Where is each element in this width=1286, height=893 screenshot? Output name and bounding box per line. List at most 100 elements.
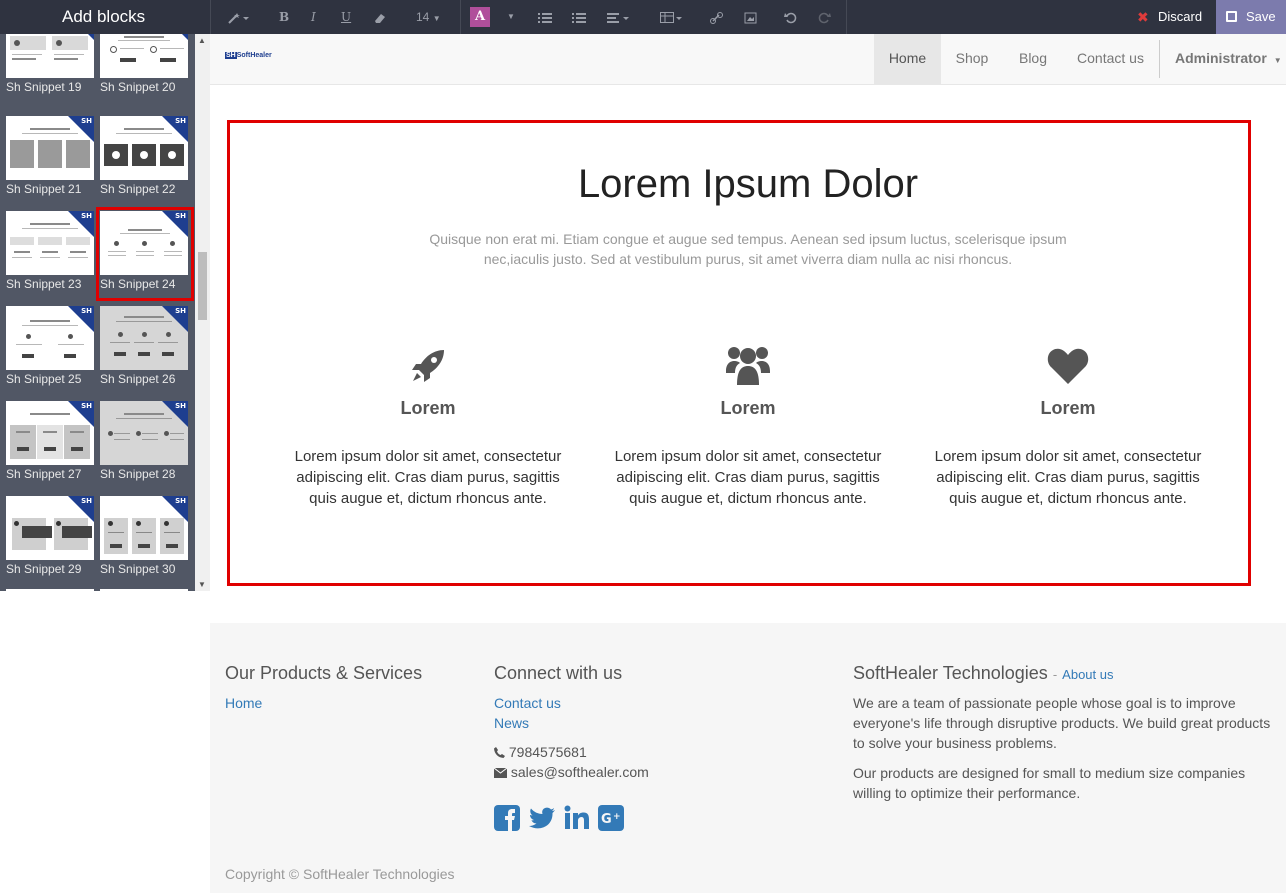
snippet-thumbnail: SH <box>100 116 188 180</box>
company-name: SoftHealer Technologies <box>853 663 1048 683</box>
about-paragraph-2: Our products are designed for small to m… <box>853 765 1246 801</box>
snippets-sidebar: Add blocks SH Sh Snippet 19 <box>0 0 210 591</box>
footer-link-home[interactable]: Home <box>225 695 262 711</box>
sidebar-scrollbar[interactable]: ▲ ▼ <box>195 34 210 591</box>
snippet-26[interactable]: SH Sh Snippet 26 <box>100 306 190 392</box>
snippet-thumbnail: SH <box>6 116 94 180</box>
linkedin-icon[interactable] <box>564 805 591 832</box>
users-icon <box>608 344 888 388</box>
snippet-20[interactable]: SH Sh Snippet 20 <box>100 34 190 100</box>
snippet-label: Sh Snippet 24 <box>100 277 176 291</box>
snippet-25[interactable]: SH Sh Snippet 25 <box>6 306 96 392</box>
snippet-label: Sh Snippet 30 <box>100 562 176 576</box>
phone-number: 7984575681 <box>508 744 587 760</box>
snippet-24[interactable]: SH Sh Snippet 24 <box>96 207 194 301</box>
heart-icon <box>928 344 1208 388</box>
rocket-icon <box>288 344 568 388</box>
nav-item-home[interactable]: Home <box>874 34 941 84</box>
scroll-up-arrow-icon[interactable]: ▲ <box>198 36 206 45</box>
underline-button[interactable]: U <box>341 0 351 34</box>
email-address[interactable]: sales@softhealer.com <box>511 764 649 780</box>
about-separator: - <box>1052 667 1058 682</box>
feature-text: Lorem ipsum dolor sit amet, consectetur … <box>614 448 882 507</box>
google-plus-icon[interactable]: G + <box>598 805 625 832</box>
twitter-icon[interactable] <box>528 805 555 832</box>
snippet-thumbnail: SH <box>100 34 188 78</box>
snippet-label: Sh Snippet 28 <box>100 467 176 481</box>
snippet-21[interactable]: SH Sh Snippet 21 <box>6 116 96 202</box>
feature-text: Lorem ipsum dolor sit amet, consectetur … <box>294 448 562 507</box>
footer-link-news[interactable]: News <box>494 715 529 731</box>
italic-button[interactable]: I <box>311 0 316 34</box>
nav-item-contact-us[interactable]: Contact us <box>1063 34 1158 84</box>
discard-button[interactable]: ✖ Discard <box>1126 0 1216 34</box>
site-logo[interactable]: SHSoftHealer <box>225 52 272 59</box>
save-button[interactable]: Save <box>1216 0 1286 34</box>
undo-icon[interactable] <box>784 0 798 34</box>
snippet-19[interactable]: SH Sh Snippet 19 <box>6 34 96 100</box>
discard-label: Discard <box>1158 9 1203 24</box>
magic-wand-icon[interactable] <box>228 0 250 34</box>
footer-link-contact-us[interactable]: Contact us <box>494 695 561 711</box>
snippet-label: Sh Snippet 23 <box>6 277 82 291</box>
copyright-text: Copyright © SoftHealer Technologies <box>225 866 455 882</box>
footer-heading-about: SoftHealer Technologies - About us <box>853 663 1114 684</box>
phone-icon <box>494 744 509 760</box>
text-color-button[interactable]: A <box>470 7 490 27</box>
ordered-list-icon[interactable] <box>572 0 586 34</box>
feature-column: Lorem Lorem ipsum dolor sit amet, consec… <box>928 344 1208 509</box>
floppy-disk-icon <box>1226 11 1237 22</box>
site-navbar: SHSoftHealer Home Shop Blog Contact us A… <box>210 34 1286 85</box>
snippet-29[interactable]: SH Sh Snippet 29 <box>6 496 96 582</box>
snippet-thumbnail: SH <box>6 306 94 370</box>
align-left-icon[interactable] <box>607 0 631 34</box>
user-menu[interactable]: Administrator ▼ <box>1175 34 1282 84</box>
snippet-thumbnail: SH <box>6 34 94 78</box>
scrollbar-thumb[interactable] <box>198 252 207 320</box>
snippet-30[interactable]: SH Sh Snippet 30 <box>100 496 190 582</box>
snippet-thumbnail: SH <box>100 496 188 560</box>
snippet-thumbnail: SH <box>100 306 188 370</box>
redo-icon[interactable] <box>817 0 831 34</box>
snippet-thumbnail-partial <box>100 589 188 591</box>
bold-button[interactable]: B <box>279 0 289 34</box>
snippet-label: Sh Snippet 19 <box>6 80 82 94</box>
table-icon[interactable] <box>660 0 684 34</box>
snippet-thumbnail: SH <box>6 496 94 560</box>
unordered-list-icon[interactable] <box>538 0 552 34</box>
footer-email: sales@softhealer.com <box>493 762 649 782</box>
snippet-thumbnail: SH <box>6 401 94 465</box>
nav-item-blog[interactable]: Blog <box>1003 34 1063 84</box>
footer-heading-products: Our Products & Services <box>225 663 423 683</box>
about-paragraph-1: We are a team of passionate people whose… <box>853 695 1271 751</box>
svg-text:+: + <box>613 812 621 822</box>
snippet-label: Sh Snippet 25 <box>6 372 82 386</box>
link-icon[interactable] <box>710 0 724 34</box>
font-size-dropdown[interactable]: 14 ▼ <box>416 0 441 34</box>
website-preview: SHSoftHealer Home Shop Blog Contact us A… <box>210 34 1286 893</box>
caret-down-icon: ▼ <box>432 14 441 23</box>
snippet-label: Sh Snippet 20 <box>100 80 176 94</box>
facebook-icon[interactable] <box>494 805 521 832</box>
eraser-icon[interactable] <box>373 0 387 34</box>
footer-phone: 7984575681 <box>494 742 587 762</box>
snippet-27[interactable]: SH Sh Snippet 27 <box>6 401 96 487</box>
snippet-thumbnail-partial <box>6 589 94 591</box>
feature-title: Lorem <box>400 398 456 418</box>
font-size-value: 14 <box>416 10 430 24</box>
snippet-22[interactable]: SH Sh Snippet 22 <box>100 116 190 202</box>
snippet-28[interactable]: SH Sh Snippet 28 <box>100 401 190 487</box>
caret-down-icon[interactable]: ▼ <box>507 0 515 34</box>
snippet-title: Lorem Ipsum Dolor <box>577 162 919 206</box>
envelope-icon <box>493 764 511 780</box>
feature-column: Lorem Lorem ipsum dolor sit amet, consec… <box>608 344 888 509</box>
feature-title: Lorem <box>1040 398 1096 418</box>
snippet-thumbnail: SH <box>100 211 188 275</box>
nav-item-shop[interactable]: Shop <box>941 34 1003 84</box>
footer-link-about-us[interactable]: About us <box>1062 667 1113 682</box>
feature-column: Lorem Lorem ipsum dolor sit amet, consec… <box>288 344 568 509</box>
feature-title: Lorem <box>720 398 776 418</box>
snippet-23[interactable]: SH Sh Snippet 23 <box>6 211 96 297</box>
scroll-down-arrow-icon[interactable]: ▼ <box>198 580 206 589</box>
image-icon[interactable] <box>744 0 758 34</box>
